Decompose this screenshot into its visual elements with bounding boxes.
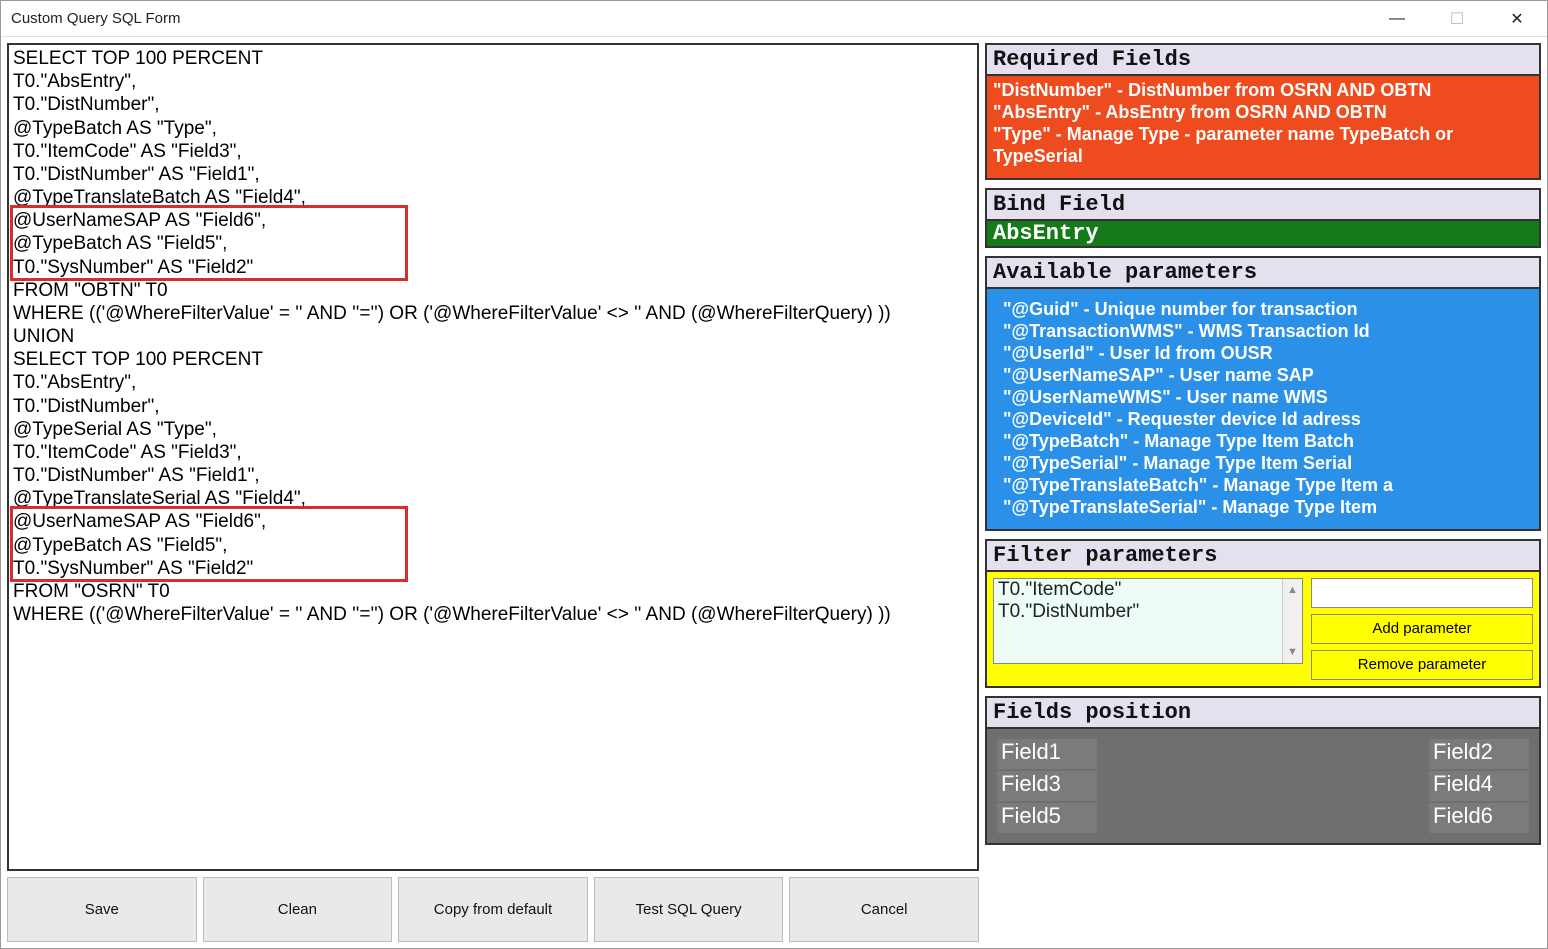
- sql-line: T0."DistNumber",: [13, 395, 973, 418]
- required-fields-panel: Required Fields "DistNumber" - DistNumbe…: [985, 43, 1541, 180]
- sql-line: FROM "OSRN" T0: [13, 580, 973, 603]
- window-title: Custom Query SQL Form: [11, 10, 180, 27]
- minimize-button[interactable]: —: [1367, 1, 1427, 36]
- sql-line: SELECT TOP 100 PERCENT: [13, 47, 973, 70]
- field-slot[interactable]: Field6: [1429, 803, 1529, 833]
- available-parameters-header: Available parameters: [987, 258, 1539, 289]
- copy-from-default-button[interactable]: Copy from default: [398, 877, 588, 942]
- param-item: "@TypeSerial" - Manage Type Item Serial: [1003, 453, 1533, 475]
- param-item: "@TypeTranslateSerial" - Manage Type Ite…: [1003, 497, 1533, 519]
- bind-field-panel: Bind Field AbsEntry: [985, 188, 1541, 248]
- field-slot[interactable]: Field5: [997, 803, 1097, 833]
- required-field-item: "Type" - Manage Type - parameter name Ty…: [993, 124, 1533, 168]
- field-slot[interactable]: Field1: [997, 739, 1097, 769]
- fields-position-grid: Field1 Field2 Field3 Field4 Field5 Field…: [987, 729, 1539, 843]
- sql-editor[interactable]: SELECT TOP 100 PERCENT T0."AbsEntry", T0…: [7, 43, 979, 871]
- required-fields-header: Required Fields: [987, 45, 1539, 76]
- titlebar: Custom Query SQL Form — ☐ ✕: [1, 1, 1547, 37]
- sql-line: T0."SysNumber" AS "Field2": [13, 256, 973, 279]
- field-slot[interactable]: Field2: [1429, 739, 1529, 769]
- sql-line: T0."AbsEntry",: [13, 371, 973, 394]
- window-controls: — ☐ ✕: [1367, 1, 1547, 36]
- test-sql-query-button[interactable]: Test SQL Query: [594, 877, 784, 942]
- sql-line: @TypeBatch AS "Type",: [13, 117, 973, 140]
- sql-line: FROM "OBTN" T0: [13, 279, 973, 302]
- remove-parameter-button[interactable]: Remove parameter: [1311, 650, 1533, 680]
- maximize-button: ☐: [1427, 1, 1487, 36]
- required-fields-body: "DistNumber" - DistNumber from OSRN AND …: [987, 76, 1539, 178]
- field-spacer: [1099, 739, 1427, 769]
- save-button[interactable]: Save: [7, 877, 197, 942]
- filter-list-scrollbar[interactable]: ▲ ▼: [1282, 579, 1302, 663]
- filter-params-list[interactable]: T0."ItemCode" T0."DistNumber" ▲ ▼: [993, 578, 1303, 664]
- sql-line: T0."ItemCode" AS "Field3",: [13, 140, 973, 163]
- filter-list-item[interactable]: T0."DistNumber": [998, 601, 1298, 623]
- scroll-up-icon[interactable]: ▲: [1283, 579, 1302, 601]
- sql-line: T0."DistNumber",: [13, 93, 973, 116]
- param-item: "@DeviceId" - Requester device Id adress: [1003, 409, 1533, 431]
- sql-line: SELECT TOP 100 PERCENT: [13, 348, 973, 371]
- sql-line: T0."AbsEntry",: [13, 70, 973, 93]
- cancel-button[interactable]: Cancel: [789, 877, 979, 942]
- bind-field-header: Bind Field: [987, 190, 1539, 221]
- clean-button[interactable]: Clean: [203, 877, 393, 942]
- available-parameters-panel: Available parameters "@Guid" - Unique nu…: [985, 256, 1541, 531]
- field-spacer: [1099, 803, 1427, 833]
- required-field-item: "DistNumber" - DistNumber from OSRN AND …: [993, 80, 1533, 102]
- sql-line: @TypeBatch AS "Field5",: [13, 232, 973, 255]
- sql-line: T0."DistNumber" AS "Field1",: [13, 464, 973, 487]
- param-item: "@TransactionWMS" - WMS Transaction Id: [1003, 321, 1533, 343]
- sql-line: @TypeTranslateBatch AS "Field4",: [13, 186, 973, 209]
- bottom-button-bar: Save Clean Copy from default Test SQL Qu…: [7, 877, 979, 942]
- required-field-item: "AbsEntry" - AbsEntry from OSRN AND OBTN: [993, 102, 1533, 124]
- sql-line: @UserNameSAP AS "Field6",: [13, 510, 973, 533]
- scroll-track[interactable]: [1283, 601, 1302, 641]
- sql-line: WHERE (('@WhereFilterValue' = '' AND ''=…: [13, 302, 973, 325]
- sql-line: WHERE (('@WhereFilterValue' = '' AND ''=…: [13, 603, 973, 626]
- sql-line: T0."ItemCode" AS "Field3",: [13, 441, 973, 464]
- param-item: "@UserNameWMS" - User name WMS: [1003, 387, 1533, 409]
- filter-param-input[interactable]: [1311, 578, 1533, 608]
- field-slot[interactable]: Field4: [1429, 771, 1529, 801]
- param-item: "@TypeBatch" - Manage Type Item Batch: [1003, 431, 1533, 453]
- sql-line: @UserNameSAP AS "Field6",: [13, 209, 973, 232]
- scroll-down-icon[interactable]: ▼: [1283, 641, 1302, 663]
- field-slot[interactable]: Field3: [997, 771, 1097, 801]
- close-button[interactable]: ✕: [1487, 1, 1547, 36]
- bind-field-value: AbsEntry: [987, 221, 1539, 246]
- add-parameter-button[interactable]: Add parameter: [1311, 614, 1533, 644]
- sql-line: T0."DistNumber" AS "Field1",: [13, 163, 973, 186]
- filter-parameters-header: Filter parameters: [987, 541, 1539, 572]
- fields-position-panel: Fields position Field1 Field2 Field3 Fie…: [985, 696, 1541, 845]
- sql-line: @TypeSerial AS "Type",: [13, 418, 973, 441]
- param-item: "@Guid" - Unique number for transaction: [1003, 299, 1533, 321]
- sql-line: @TypeTranslateSerial AS "Field4",: [13, 487, 973, 510]
- filter-parameters-panel: Filter parameters T0."ItemCode" T0."Dist…: [985, 539, 1541, 688]
- sql-line: T0."SysNumber" AS "Field2": [13, 557, 973, 580]
- fields-position-header: Fields position: [987, 698, 1539, 729]
- param-item: "@UserId" - User Id from OUSR: [1003, 343, 1533, 365]
- filter-list-item[interactable]: T0."ItemCode": [998, 579, 1298, 601]
- sql-line: UNION: [13, 325, 973, 348]
- field-spacer: [1099, 771, 1427, 801]
- available-parameters-body: "@Guid" - Unique number for transaction …: [987, 289, 1539, 529]
- param-item: "@UserNameSAP" - User name SAP: [1003, 365, 1533, 387]
- param-item: "@TypeTranslateBatch" - Manage Type Item…: [1003, 475, 1533, 497]
- sql-line: @TypeBatch AS "Field5",: [13, 534, 973, 557]
